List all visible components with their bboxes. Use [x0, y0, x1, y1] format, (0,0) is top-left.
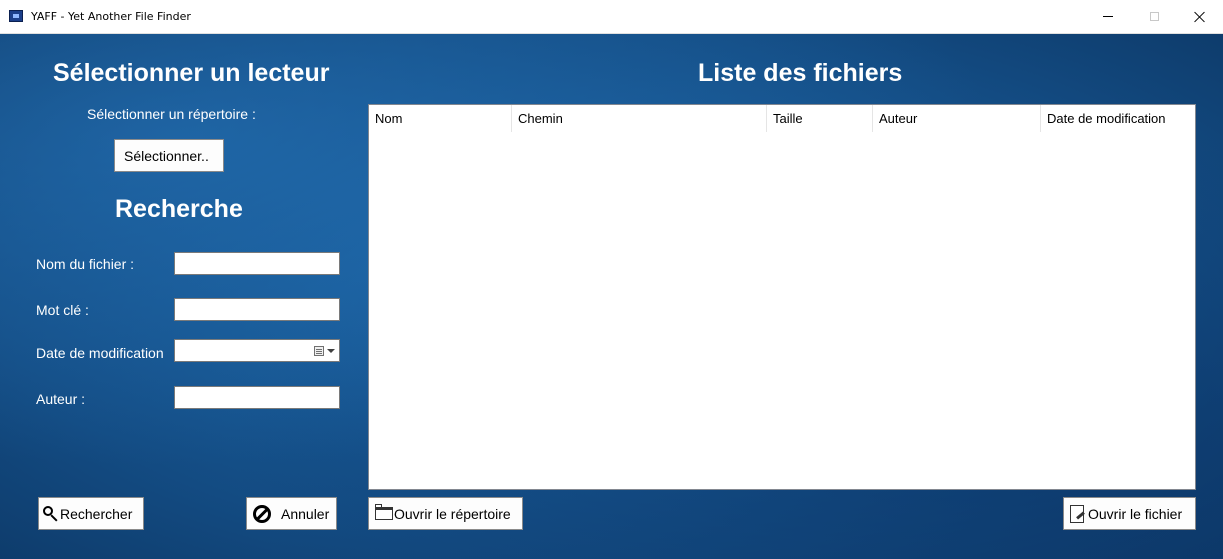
cancel-button-label: Annuler	[281, 505, 330, 522]
minimize-button[interactable]	[1085, 0, 1131, 33]
maximize-button	[1131, 0, 1177, 33]
keyword-label: Mot clé :	[36, 302, 89, 318]
cancel-icon	[253, 504, 271, 523]
search-icon	[43, 505, 59, 522]
column-header-date[interactable]: Date de modification	[1041, 105, 1195, 132]
file-list[interactable]: Nom Chemin Taille Auteur Date de modific…	[368, 104, 1196, 490]
column-header-name[interactable]: Nom	[369, 105, 512, 132]
folder-icon	[375, 504, 393, 520]
column-header-size[interactable]: Taille	[767, 105, 873, 132]
date-picker[interactable]	[174, 339, 340, 362]
date-label: Date de modification	[36, 345, 164, 361]
author-label: Auteur :	[36, 391, 86, 407]
main-window-client: Sélectionner un lecteur Sélectionner un …	[0, 34, 1223, 559]
file-icon	[1070, 504, 1084, 523]
column-header-path[interactable]: Chemin	[512, 105, 767, 132]
open-file-button[interactable]: Ouvrir le fichier	[1063, 497, 1196, 530]
minimize-icon	[1103, 16, 1113, 17]
select-directory-button-label: Sélectionner..	[124, 147, 209, 164]
filename-label: Nom du fichier :	[36, 256, 135, 272]
title-bar: YAFF - Yet Another File Finder	[0, 0, 1223, 34]
calendar-icon	[314, 346, 324, 356]
select-directory-button[interactable]: Sélectionner..	[114, 139, 224, 172]
file-list-heading: Liste des fichiers	[698, 59, 903, 87]
cancel-button[interactable]: Annuler	[246, 497, 337, 530]
app-icon	[9, 10, 23, 22]
close-icon	[1194, 11, 1206, 23]
search-button-label: Rechercher	[60, 505, 133, 522]
filename-input[interactable]	[174, 252, 340, 275]
open-file-button-label: Ouvrir le fichier	[1088, 505, 1183, 522]
maximize-icon	[1149, 12, 1159, 21]
column-header-author[interactable]: Auteur	[873, 105, 1041, 132]
window-title: YAFF - Yet Another File Finder	[31, 10, 191, 23]
keyword-input[interactable]	[174, 298, 340, 321]
chevron-down-icon	[327, 349, 335, 353]
author-input[interactable]	[174, 386, 340, 409]
close-button[interactable]	[1177, 0, 1223, 33]
select-directory-label: Sélectionner un répertoire :	[87, 106, 256, 122]
search-button[interactable]: Rechercher	[38, 497, 144, 530]
open-directory-button-label: Ouvrir le répertoire	[394, 505, 511, 522]
select-drive-heading: Sélectionner un lecteur	[53, 59, 330, 87]
search-heading: Recherche	[115, 195, 243, 223]
open-directory-button[interactable]: Ouvrir le répertoire	[368, 497, 523, 530]
